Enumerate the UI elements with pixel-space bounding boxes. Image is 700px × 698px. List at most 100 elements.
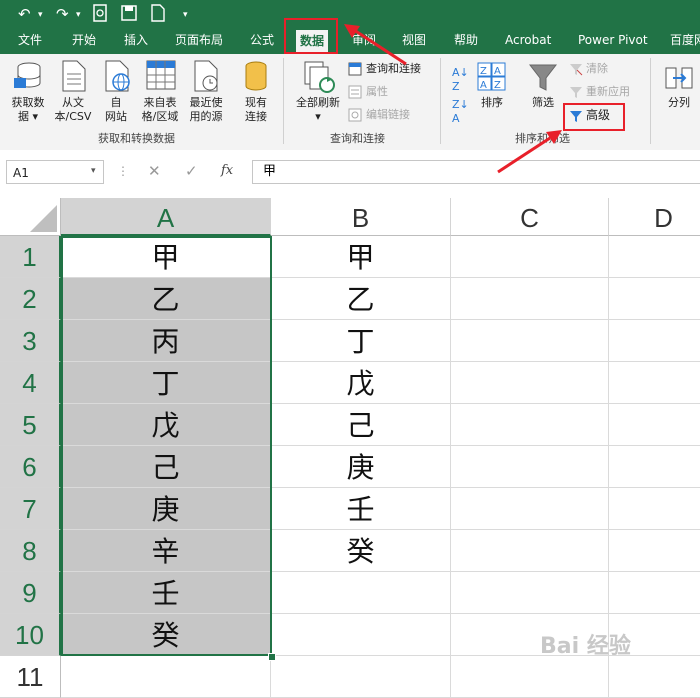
- cell-b1[interactable]: 甲: [271, 236, 451, 278]
- recent-sources-button[interactable]: 最近使 用的源: [184, 96, 228, 124]
- new-file-icon[interactable]: [151, 4, 165, 22]
- row-header-4[interactable]: 4: [0, 362, 61, 404]
- cell-d2[interactable]: [609, 278, 700, 320]
- edit-links-button[interactable]: 编辑链接: [366, 108, 410, 122]
- name-box-dropdown-icon[interactable]: ▾: [91, 166, 96, 176]
- properties-button[interactable]: 属性: [366, 85, 388, 99]
- from-table-button[interactable]: 来自表 格/区域: [138, 96, 182, 124]
- refresh-all-button[interactable]: 全部刷新 ▾: [290, 96, 346, 124]
- cell-a7[interactable]: 庚: [61, 488, 271, 530]
- insert-function-icon[interactable]: fx: [221, 163, 233, 178]
- filter-button[interactable]: 筛选: [526, 96, 560, 110]
- cell-b2[interactable]: 乙: [271, 278, 451, 320]
- clear-button[interactable]: 清除: [586, 62, 608, 76]
- redo-dropdown-icon[interactable]: ▾: [76, 10, 81, 20]
- row-header-9[interactable]: 9: [0, 572, 61, 614]
- edit-links-icon: [348, 108, 362, 122]
- redo-icon[interactable]: ↷: [56, 4, 69, 24]
- row-header-1[interactable]: 1: [0, 236, 61, 278]
- cell-a8[interactable]: 辛: [61, 530, 271, 572]
- customize-qa-icon[interactable]: ▾: [183, 10, 188, 20]
- cell-c4[interactable]: [451, 362, 609, 404]
- select-all-button[interactable]: [0, 198, 61, 236]
- tab-file[interactable]: 文件: [18, 28, 42, 54]
- cell-d1[interactable]: [609, 236, 700, 278]
- tab-baidu[interactable]: 百度网: [670, 28, 700, 54]
- cell-a4[interactable]: 丁: [61, 362, 271, 404]
- cancel-icon[interactable]: ✕: [148, 162, 161, 180]
- cell-b3[interactable]: 丁: [271, 320, 451, 362]
- tab-power-pivot[interactable]: Power Pivot: [578, 28, 648, 54]
- existing-connections-button[interactable]: 现有 连接: [236, 96, 276, 124]
- undo-dropdown-icon[interactable]: ▾: [38, 10, 43, 20]
- cell-c1[interactable]: [451, 236, 609, 278]
- column-header-d[interactable]: D: [609, 198, 700, 236]
- cell-b11[interactable]: [271, 656, 451, 698]
- tab-home[interactable]: 开始: [72, 28, 96, 54]
- row-header-8[interactable]: 8: [0, 530, 61, 572]
- name-box[interactable]: A1: [6, 160, 104, 184]
- cell-c11[interactable]: [451, 656, 609, 698]
- tab-acrobat[interactable]: Acrobat: [505, 28, 551, 54]
- cell-b4[interactable]: 戊: [271, 362, 451, 404]
- column-header-a[interactable]: A: [61, 198, 271, 236]
- undo-icon[interactable]: ↶: [18, 4, 31, 24]
- tab-help[interactable]: 帮助: [454, 28, 478, 54]
- cell-a10[interactable]: 癸: [61, 614, 271, 656]
- cell-d8[interactable]: [609, 530, 700, 572]
- cell-a9[interactable]: 壬: [61, 572, 271, 614]
- cell-c2[interactable]: [451, 278, 609, 320]
- cell-d11[interactable]: [609, 656, 700, 698]
- split-columns-button[interactable]: 分列: [660, 96, 698, 110]
- fill-handle[interactable]: [268, 653, 276, 661]
- cell-c8[interactable]: [451, 530, 609, 572]
- formula-input[interactable]: 甲: [252, 160, 700, 184]
- row-header-11[interactable]: 11: [0, 656, 61, 698]
- from-csv-button[interactable]: 从文 本/CSV: [50, 96, 96, 124]
- sort-ascending-icon[interactable]: A↓ Z: [452, 66, 469, 94]
- cell-a3[interactable]: 丙: [61, 320, 271, 362]
- cell-c7[interactable]: [451, 488, 609, 530]
- cell-b7[interactable]: 壬: [271, 488, 451, 530]
- cell-b8[interactable]: 癸: [271, 530, 451, 572]
- cell-d5[interactable]: [609, 404, 700, 446]
- tab-formulas[interactable]: 公式: [250, 28, 274, 54]
- tab-insert[interactable]: 插入: [124, 28, 148, 54]
- print-preview-icon[interactable]: [92, 4, 108, 22]
- cell-d9[interactable]: [609, 572, 700, 614]
- row-header-10[interactable]: 10: [0, 614, 61, 656]
- cell-c6[interactable]: [451, 446, 609, 488]
- row-header-5[interactable]: 5: [0, 404, 61, 446]
- cell-a1[interactable]: 甲: [61, 236, 271, 278]
- cell-b5[interactable]: 己: [271, 404, 451, 446]
- cell-d3[interactable]: [609, 320, 700, 362]
- column-header-b[interactable]: B: [271, 198, 451, 236]
- row-header-2[interactable]: 2: [0, 278, 61, 320]
- sort-descending-icon[interactable]: Z↓ A: [452, 98, 469, 126]
- save-icon[interactable]: [121, 5, 137, 21]
- from-web-button[interactable]: 自网站: [98, 96, 134, 124]
- row-header-6[interactable]: 6: [0, 446, 61, 488]
- cell-b10[interactable]: [271, 614, 451, 656]
- cell-a2[interactable]: 乙: [61, 278, 271, 320]
- cell-c5[interactable]: [451, 404, 609, 446]
- row-header-3[interactable]: 3: [0, 320, 61, 362]
- cell-d4[interactable]: [609, 362, 700, 404]
- cell-d6[interactable]: [609, 446, 700, 488]
- cell-a5[interactable]: 戊: [61, 404, 271, 446]
- cell-d7[interactable]: [609, 488, 700, 530]
- enter-icon[interactable]: ✓: [185, 162, 198, 180]
- cell-c3[interactable]: [451, 320, 609, 362]
- cell-b9[interactable]: [271, 572, 451, 614]
- sort-icon: ZA AZ: [477, 62, 506, 91]
- column-header-c[interactable]: C: [451, 198, 609, 236]
- row-header-7[interactable]: 7: [0, 488, 61, 530]
- cell-a11[interactable]: [61, 656, 271, 698]
- cell-b6[interactable]: 庚: [271, 446, 451, 488]
- get-data-button[interactable]: 获取数据 ▾: [8, 96, 48, 124]
- sort-button[interactable]: 排序: [476, 96, 508, 110]
- cell-a6[interactable]: 己: [61, 446, 271, 488]
- tab-page-layout[interactable]: 页面布局: [175, 28, 223, 54]
- cell-c9[interactable]: [451, 572, 609, 614]
- reapply-button[interactable]: 重新应用: [586, 85, 630, 99]
